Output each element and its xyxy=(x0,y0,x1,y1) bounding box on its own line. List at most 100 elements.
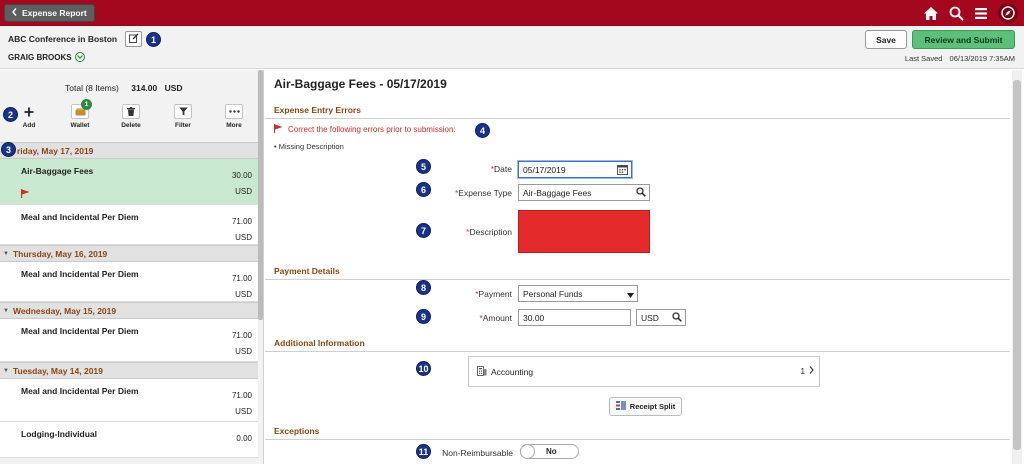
expense-item-name: Meal and Incidental Per Diem xyxy=(21,269,139,279)
amount-label: *Amount xyxy=(479,313,512,323)
more-button[interactable]: More xyxy=(214,102,254,129)
amount-value: 30.00 xyxy=(523,312,545,323)
collapse-triangle-icon: ▼ xyxy=(3,307,9,314)
delete-label: Delete xyxy=(121,122,141,129)
expense-type-input[interactable]: Air-Baggage Fees xyxy=(518,184,650,201)
error-message: Correct the following errors prior to su… xyxy=(273,124,456,135)
date-value: 05/17/2019 xyxy=(523,164,566,175)
currency-input[interactable]: USD xyxy=(636,309,686,326)
amount-input[interactable]: 30.00 xyxy=(518,309,631,326)
section-exceptions: Exceptions xyxy=(265,426,1010,440)
expense-item-amount: 30.00 xyxy=(231,171,252,180)
total-amount: 314.00 xyxy=(131,83,158,93)
expense-item-per-diem[interactable]: Meal and Incidental Per Diem 71.00 USD xyxy=(0,379,258,422)
review-submit-button[interactable]: Review and Submit xyxy=(912,30,1015,49)
callout-badge-4: 4 xyxy=(475,123,490,138)
wallet-count-badge: 1 xyxy=(81,99,92,110)
more-label: More xyxy=(226,122,242,129)
collapse-triangle-icon: ▼ xyxy=(3,367,9,374)
more-icon xyxy=(225,104,243,119)
expense-item-per-diem[interactable]: Meal and Incidental Per Diem 71.00 USD xyxy=(0,205,258,245)
expense-detail-panel: Air-Baggage Fees - 05/17/2019 Expense En… xyxy=(265,70,1010,464)
expense-item-per-diem[interactable]: Meal and Incidental Per Diem 71.00 USD xyxy=(0,319,258,362)
accounting-label: Accounting xyxy=(491,367,534,377)
plus-icon xyxy=(20,104,38,119)
employee-name: GRAIG BROOKS xyxy=(8,52,72,62)
expense-item-name: Meal and Incidental Per Diem xyxy=(21,326,139,336)
date-input[interactable]: 05/17/2019 xyxy=(518,161,632,178)
error-flag-icon xyxy=(20,189,30,200)
expense-item-amount: 71.00 xyxy=(231,217,252,226)
detail-scrollbar[interactable] xyxy=(1012,70,1022,464)
search-icon[interactable] xyxy=(672,312,682,324)
expense-item-currency: USD xyxy=(235,290,252,299)
expense-item-per-diem[interactable]: Meal and Incidental Per Diem 71.00 USD xyxy=(0,262,258,302)
search-icon[interactable] xyxy=(949,6,964,21)
wallet-button[interactable]: 1 Wallet xyxy=(60,99,100,129)
section-payment-details: Payment Details xyxy=(265,266,1010,280)
total-currency: USD xyxy=(164,83,183,93)
top-bar: Expense Report xyxy=(0,0,1024,26)
total-label: Total (8 Items) xyxy=(65,83,119,93)
date-group-label: Tuesday, May 14, 2019 xyxy=(12,365,103,376)
last-saved-value: 06/13/2019 7:35AM xyxy=(949,54,1015,63)
expense-item-lodging[interactable]: Lodging-Individual 0.00 xyxy=(0,422,258,458)
dropdown-arrow-icon xyxy=(627,290,634,300)
add-label: Add xyxy=(22,122,36,129)
edit-icon xyxy=(128,33,139,45)
last-saved: Last Saved 06/13/2019 7:35AM xyxy=(905,54,1015,63)
date-group-header[interactable]: riday, May 17, 2019 xyxy=(0,142,258,159)
expense-list-panel: Total (8 Items) 314.00 USD 2 Add 1 Walle… xyxy=(0,70,264,464)
toggle-knob xyxy=(520,444,535,459)
employee-selector[interactable]: GRAIG BROOKS xyxy=(8,52,85,62)
total-summary: Total (8 Items) 314.00 USD xyxy=(65,83,183,93)
date-group-label: Thursday, May 16, 2019 xyxy=(12,248,108,259)
non-reimbursable-toggle[interactable]: No xyxy=(520,444,579,459)
back-button-label: Expense Report xyxy=(22,8,87,18)
expense-type-label: *Expense Type xyxy=(454,188,512,198)
back-button[interactable]: Expense Report xyxy=(4,4,95,22)
expense-item-amount: 71.00 xyxy=(231,331,252,340)
expense-item-air-baggage[interactable]: Air-Baggage Fees 30.00 USD xyxy=(0,159,258,205)
search-icon[interactable] xyxy=(636,187,646,199)
chevron-left-icon xyxy=(12,8,17,18)
date-group-header[interactable]: ▼ Wednesday, May 15, 2019 xyxy=(0,302,258,319)
section-additional-information: Additional Information xyxy=(265,338,1010,352)
expense-type-value: Air-Baggage Fees xyxy=(523,187,592,198)
delete-button[interactable]: Delete xyxy=(111,102,151,129)
date-group-header[interactable]: ▼ Thursday, May 16, 2019 xyxy=(0,245,258,262)
edit-report-button[interactable] xyxy=(125,31,142,47)
expense-item-name: Meal and Incidental Per Diem xyxy=(21,212,139,222)
non-reimbursable-label: Non-Reimbursable xyxy=(442,448,513,458)
callout-badge-10: 10 xyxy=(416,361,431,376)
save-button[interactable]: Save xyxy=(865,30,907,49)
currency-value: USD xyxy=(641,312,659,323)
expense-item-name: Lodging-Individual xyxy=(21,429,98,439)
scrollbar-thumb[interactable] xyxy=(1013,80,1021,450)
section-expense-entry-errors: Expense Entry Errors xyxy=(265,105,1010,119)
error-message-text: Correct the following errors prior to su… xyxy=(288,125,456,134)
filter-button[interactable]: Filter xyxy=(163,102,203,129)
chevron-down-icon xyxy=(74,52,85,62)
menu-icon[interactable] xyxy=(974,7,988,20)
collapse-triangle-icon: ▼ xyxy=(3,250,9,257)
accounting-row[interactable]: Accounting 1 xyxy=(468,356,820,387)
description-textarea[interactable] xyxy=(518,210,650,253)
callout-badge-3: 3 xyxy=(1,142,16,157)
trash-icon xyxy=(122,104,140,119)
date-label: *Date xyxy=(490,164,512,174)
accounting-count: 1 xyxy=(800,367,805,376)
missing-description-item: • Missing Description xyxy=(274,142,344,151)
list-scrollbar[interactable] xyxy=(258,70,263,320)
expense-item-amount: 0.00 xyxy=(236,434,252,443)
home-icon[interactable] xyxy=(923,6,939,21)
date-group-header[interactable]: ▼ Tuesday, May 14, 2019 xyxy=(0,362,258,379)
toggle-value: No xyxy=(546,447,557,456)
payment-select[interactable]: Personal Funds xyxy=(518,285,638,302)
navbar-compass-icon[interactable] xyxy=(998,3,1018,23)
calendar-icon[interactable] xyxy=(617,164,628,177)
add-button[interactable]: Add xyxy=(9,102,49,129)
receipt-split-button[interactable]: Receipt Split xyxy=(609,397,682,416)
callout-badge-1: 1 xyxy=(146,32,161,47)
list-toolbar: Add 1 Wallet Delete Filter More xyxy=(0,99,258,140)
